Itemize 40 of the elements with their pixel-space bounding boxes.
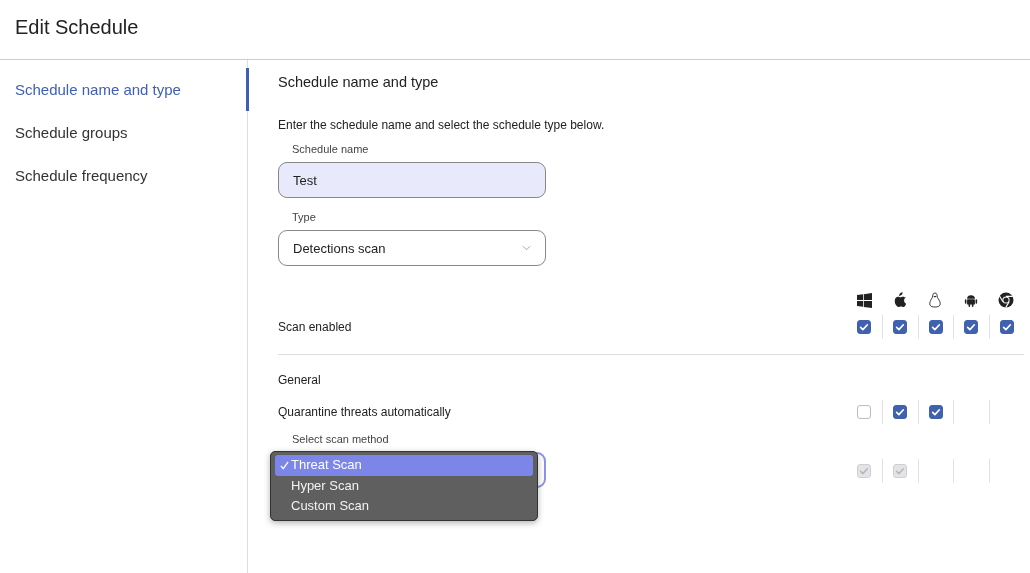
field-label: Type bbox=[291, 211, 317, 223]
penguin-icon bbox=[928, 292, 943, 308]
section-title: Schedule name and type bbox=[278, 74, 440, 90]
checkbox[interactable] bbox=[964, 320, 979, 334]
sidebar-item[interactable]: Schedule groups bbox=[0, 111, 249, 154]
field-label: Schedule name bbox=[291, 143, 370, 155]
checkmark-icon bbox=[894, 321, 907, 333]
menu-option[interactable]: Custom Scan bbox=[275, 496, 533, 517]
intro-text: Enter the schedule name and select the schedule type below. bbox=[278, 118, 606, 132]
checkbox[interactable] bbox=[999, 320, 1014, 334]
checkmark-icon bbox=[858, 321, 871, 333]
menu-option[interactable]: Hyper Scan bbox=[275, 475, 533, 496]
checkbox[interactable] bbox=[857, 320, 872, 334]
chrome-icon bbox=[998, 292, 1015, 308]
group-heading: General bbox=[278, 373, 322, 387]
windows-icon bbox=[856, 292, 872, 308]
checkbox[interactable] bbox=[857, 405, 872, 419]
sidebar-item[interactable]: Schedule name and type bbox=[0, 68, 249, 111]
checkmark-icon bbox=[1000, 321, 1013, 333]
checkbox[interactable] bbox=[893, 405, 908, 419]
checkbox[interactable] bbox=[893, 320, 908, 334]
type-dropdown[interactable]: Detections scan bbox=[278, 230, 546, 266]
chevron-down-icon bbox=[522, 245, 531, 251]
checkmark-icon bbox=[894, 465, 907, 477]
option-label: Quarantine threats automatically bbox=[278, 405, 451, 419]
checkmark-icon bbox=[894, 406, 907, 418]
checkmark-icon bbox=[929, 321, 942, 333]
checkmark-icon bbox=[965, 321, 978, 333]
sidebar-item[interactable]: Schedule frequency bbox=[0, 154, 249, 197]
checkbox[interactable] bbox=[928, 405, 943, 419]
checkmark-icon bbox=[858, 465, 871, 477]
checkbox[interactable] bbox=[928, 320, 943, 334]
checkmark-icon bbox=[279, 460, 289, 470]
option-label: Scan enabled bbox=[278, 320, 352, 334]
android-icon bbox=[963, 293, 978, 307]
checkmark-icon bbox=[929, 406, 942, 418]
field-label: Select scan method bbox=[291, 433, 390, 445]
page-title: Edit Schedule bbox=[0, 0, 1030, 60]
apple-icon bbox=[892, 292, 907, 308]
name-field[interactable]: Test bbox=[278, 162, 546, 198]
